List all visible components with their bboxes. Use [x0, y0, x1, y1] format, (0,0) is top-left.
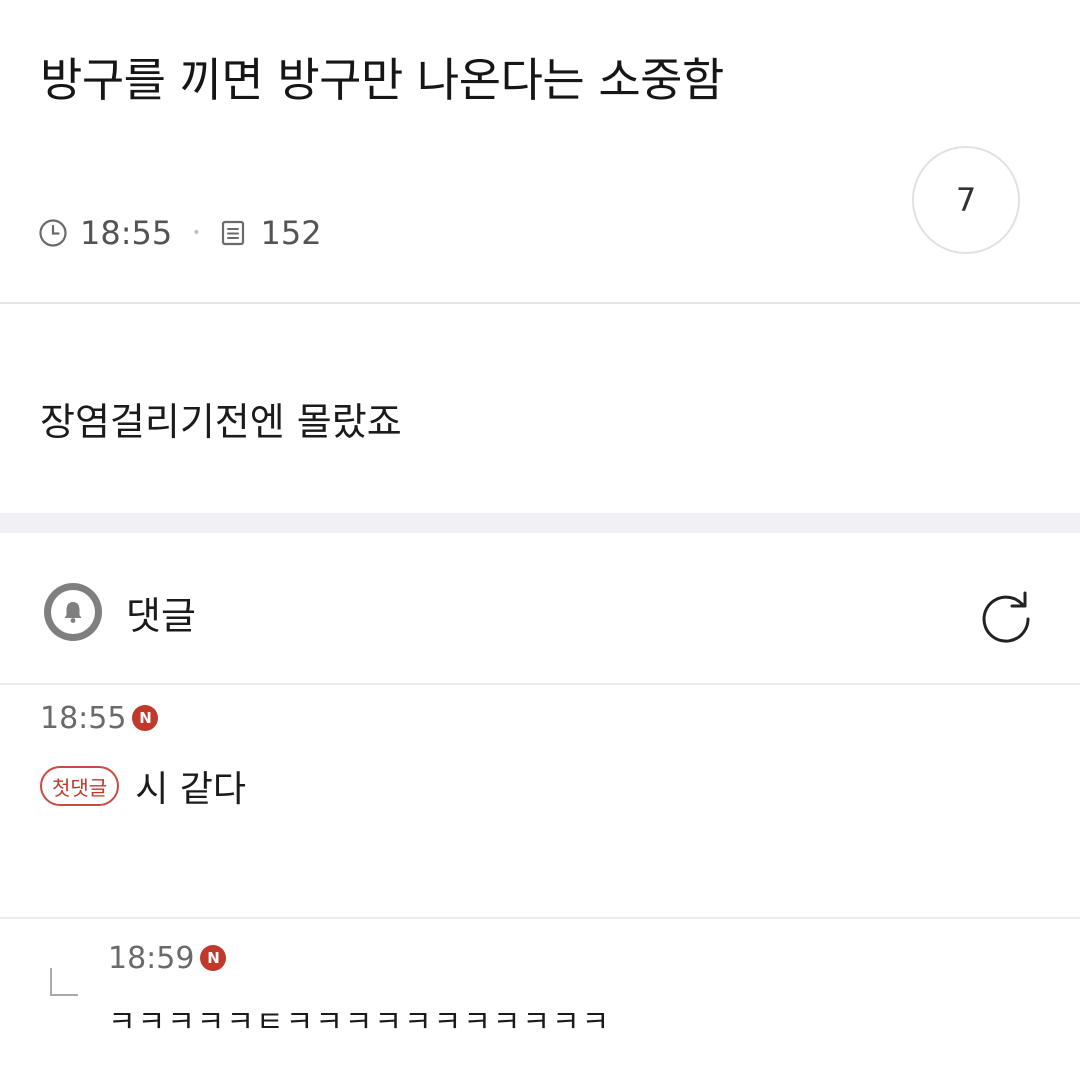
post-body: 장염걸리기전엔 몰랐죠	[40, 400, 402, 444]
comment-content: 첫댓글 시 같다	[40, 762, 246, 810]
comments-label: 댓글	[126, 593, 196, 638]
post-title: 방구를 끼면 방구만 나온다는 소중함	[40, 53, 724, 107]
comment-meta: 18:55 N	[40, 700, 159, 736]
meta-separator: •	[192, 225, 201, 241]
comment-meta: 18:59 N	[108, 938, 227, 978]
comment-text: ㅋㅋㅋㅋㅋㅌㅋㅋㅋㅋㅋㅋㅋㅋㅋㅋㅋ	[108, 1005, 612, 1040]
document-icon	[218, 218, 248, 248]
comment-time: 18:59	[108, 940, 195, 976]
section-separator	[0, 513, 1080, 533]
post-meta: 18:55 • 152	[38, 210, 322, 256]
reply-arrow-icon	[50, 968, 78, 996]
comment-text: 시 같다	[135, 769, 247, 810]
comment-count-button[interactable]: 7	[912, 146, 1020, 254]
post-time: 18:55	[80, 214, 173, 252]
divider	[0, 683, 1080, 685]
post-view-count: 152	[260, 214, 322, 252]
divider	[0, 302, 1080, 304]
refresh-icon[interactable]	[975, 584, 1037, 646]
clock-icon	[38, 218, 68, 248]
bell-icon[interactable]	[44, 583, 102, 641]
new-badge: N	[200, 945, 227, 971]
comments-header: 댓글	[44, 582, 196, 642]
divider	[0, 917, 1080, 919]
comment-time: 18:55	[40, 700, 127, 736]
first-comment-badge: 첫댓글	[40, 766, 120, 806]
new-badge: N	[132, 705, 159, 731]
